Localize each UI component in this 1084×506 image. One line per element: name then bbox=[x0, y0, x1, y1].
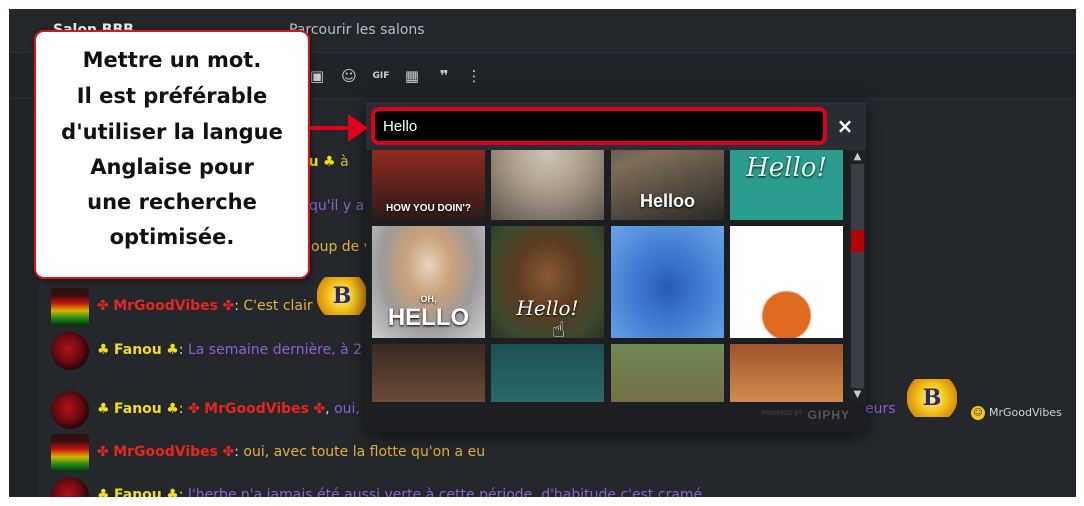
username[interactable]: Fanou bbox=[114, 401, 162, 417]
gif-tile[interactable]: Hello! bbox=[491, 226, 604, 338]
message-line: ♣ Fanou ♣: La semaine dernière, à 2 d bbox=[97, 342, 376, 358]
emoji-sticker: B bbox=[317, 277, 367, 315]
callout-line: d'utiliser la langue bbox=[61, 120, 283, 144]
message-line: ♣ Fanou ♣: ✤ MrGoodVibes ✤, oui, bbox=[97, 401, 360, 417]
callout-line: Anglaise pour bbox=[90, 155, 254, 179]
image-icon[interactable]: ▣ bbox=[307, 67, 327, 85]
more-icon[interactable]: ⋮ bbox=[464, 67, 484, 85]
instruction-callout: Mettre un mot. Il est préférable d'utili… bbox=[34, 30, 310, 279]
gif-tile[interactable] bbox=[491, 344, 604, 402]
partial-tail: eurs bbox=[865, 401, 896, 417]
powered-by-label: POWERED BY bbox=[761, 410, 802, 417]
gif-search-bar: × bbox=[366, 102, 866, 150]
scroll-track[interactable] bbox=[851, 164, 864, 388]
gif-icon[interactable]: GIF bbox=[371, 67, 391, 85]
message-line: ♣ Fanou ♣: l'herbe n'a jamais été aussi … bbox=[97, 487, 702, 497]
laugh-icon: ☺ bbox=[971, 406, 985, 420]
message-text: oui, bbox=[334, 401, 360, 417]
gif-grid: HOW YOU DOIN'? Helloo Hello! OH, HELLO H… bbox=[366, 150, 848, 402]
gif-tile[interactable]: HOW YOU DOIN'? bbox=[372, 150, 485, 220]
gif-scrollbar[interactable]: ▲ ▼ bbox=[849, 150, 866, 402]
mention[interactable]: MrGoodVibes bbox=[204, 401, 309, 417]
gif-tile[interactable] bbox=[730, 344, 843, 402]
gif-search-input[interactable] bbox=[371, 107, 827, 145]
message-line: ✤ MrGoodVibes ✤: oui, avec toute la flot… bbox=[97, 444, 486, 460]
gif-tile[interactable] bbox=[730, 226, 843, 338]
callout-line: optimisée. bbox=[109, 225, 235, 249]
callout-line: une recherche bbox=[87, 190, 257, 214]
username[interactable]: MrGoodVibes bbox=[113, 298, 218, 314]
scroll-thumb[interactable] bbox=[851, 230, 864, 252]
gif-tile[interactable]: Helloo bbox=[611, 150, 724, 220]
message-text: La semaine dernière, à 2 d bbox=[187, 342, 376, 358]
gallery-icon[interactable]: ▦ bbox=[402, 67, 422, 85]
username[interactable]: Fanou bbox=[114, 487, 162, 497]
emoji-icon[interactable]: ☺ bbox=[339, 67, 359, 85]
pointer-cursor-icon: ☝ bbox=[552, 318, 566, 343]
message-text: l'herbe n'a jamais été aussi verte à cet… bbox=[187, 487, 703, 497]
chat-message: ♣ Fanou ♣: l'herbe n'a jamais été aussi … bbox=[51, 477, 1051, 497]
gif-tile[interactable]: Hello! bbox=[730, 150, 843, 220]
chat-message: ✤ MrGoodVibes ✤: oui, avec toute la flot… bbox=[51, 434, 1051, 474]
partial-text-2: qu'il y a bbox=[309, 198, 365, 214]
scroll-down-icon[interactable]: ▼ bbox=[849, 388, 866, 402]
avatar[interactable] bbox=[51, 477, 89, 497]
gif-tile[interactable] bbox=[611, 344, 724, 402]
gif-tile[interactable] bbox=[372, 344, 485, 402]
callout-line: Mettre un mot. bbox=[82, 48, 262, 72]
scroll-up-icon[interactable]: ▲ bbox=[849, 150, 866, 164]
gif-footer: POWERED BY GIPHY bbox=[366, 402, 866, 432]
gif-tile[interactable]: OH, HELLO bbox=[372, 226, 485, 338]
username[interactable]: Fanou bbox=[114, 342, 162, 358]
reaction[interactable]: ☺ MrGoodVibes bbox=[971, 406, 1062, 420]
gif-picker: × HOW YOU DOIN'? Helloo Hello! OH, HELLO… bbox=[366, 102, 866, 432]
message-text: C'est clair bbox=[243, 298, 313, 314]
gif-tile[interactable] bbox=[491, 150, 604, 220]
callout-line: Il est préférable bbox=[76, 84, 268, 108]
callout-arrowhead bbox=[348, 114, 368, 142]
message-text: oui, avec toute la flotte qu'on a eu bbox=[243, 444, 486, 460]
avatar[interactable] bbox=[51, 332, 89, 370]
partial-text-3: oup de v bbox=[311, 239, 373, 255]
avatar[interactable] bbox=[51, 288, 89, 326]
gif-tile[interactable] bbox=[611, 226, 724, 338]
emoji-sticker: B bbox=[907, 379, 957, 417]
giphy-logo: GIPHY bbox=[807, 408, 850, 422]
avatar[interactable] bbox=[51, 391, 89, 429]
callout-arrow bbox=[308, 126, 352, 130]
username[interactable]: MrGoodVibes bbox=[113, 444, 218, 460]
avatar[interactable] bbox=[51, 434, 89, 472]
close-icon[interactable]: × bbox=[834, 114, 856, 138]
quote-icon[interactable]: ❞ bbox=[434, 67, 454, 85]
message-line: ✤ MrGoodVibes ✤: C'est clair bbox=[97, 298, 313, 314]
